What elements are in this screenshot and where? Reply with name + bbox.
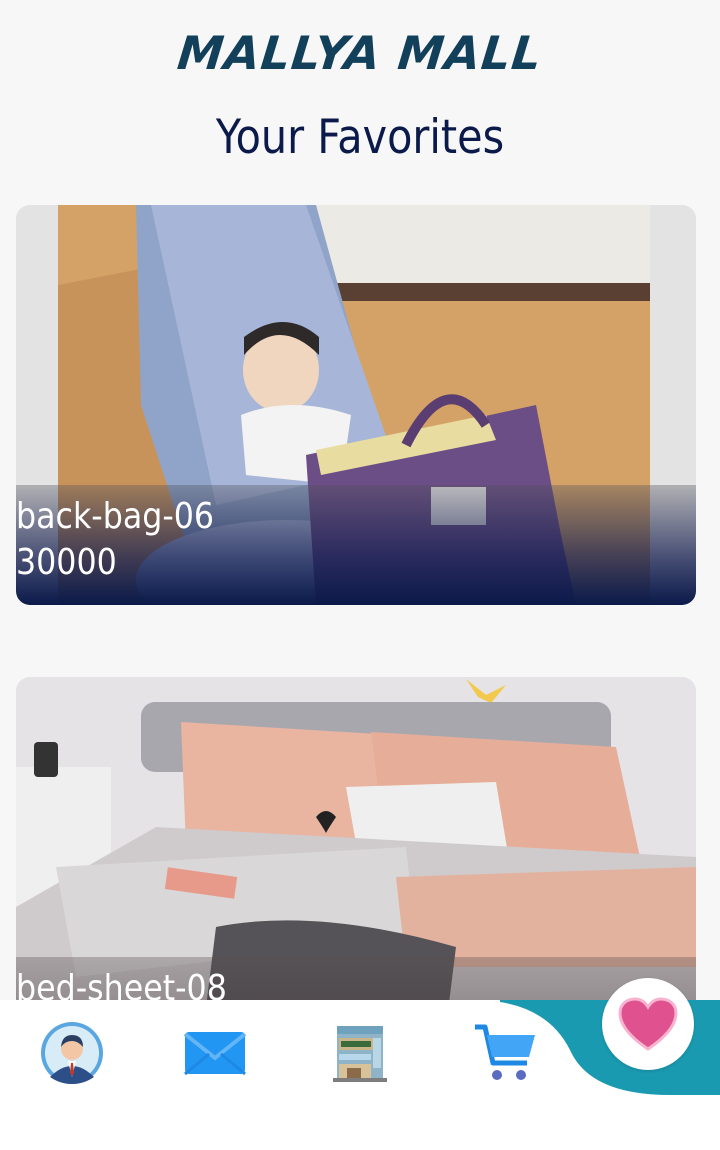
bottom-navigation [0,978,720,1150]
nav-cart[interactable] [470,1018,540,1088]
nav-mall[interactable] [325,1018,395,1088]
nav-profile[interactable] [37,1018,107,1088]
mail-icon [183,1032,247,1076]
profile-avatar-icon [41,1022,103,1084]
mall-building-icon [333,1026,387,1082]
nav-favorites[interactable] [602,978,694,1070]
heart-icon [618,997,678,1051]
product-name: back-bag-06 [16,496,215,537]
brand-logo: MALLYA MALL [174,26,546,80]
nav-messages[interactable] [180,1018,250,1088]
favorite-card[interactable]: back-bag-06 30000 [16,205,696,605]
cart-icon [475,1024,535,1080]
page-title: Your Favorites [215,110,505,165]
product-price: 30000 [16,542,117,583]
